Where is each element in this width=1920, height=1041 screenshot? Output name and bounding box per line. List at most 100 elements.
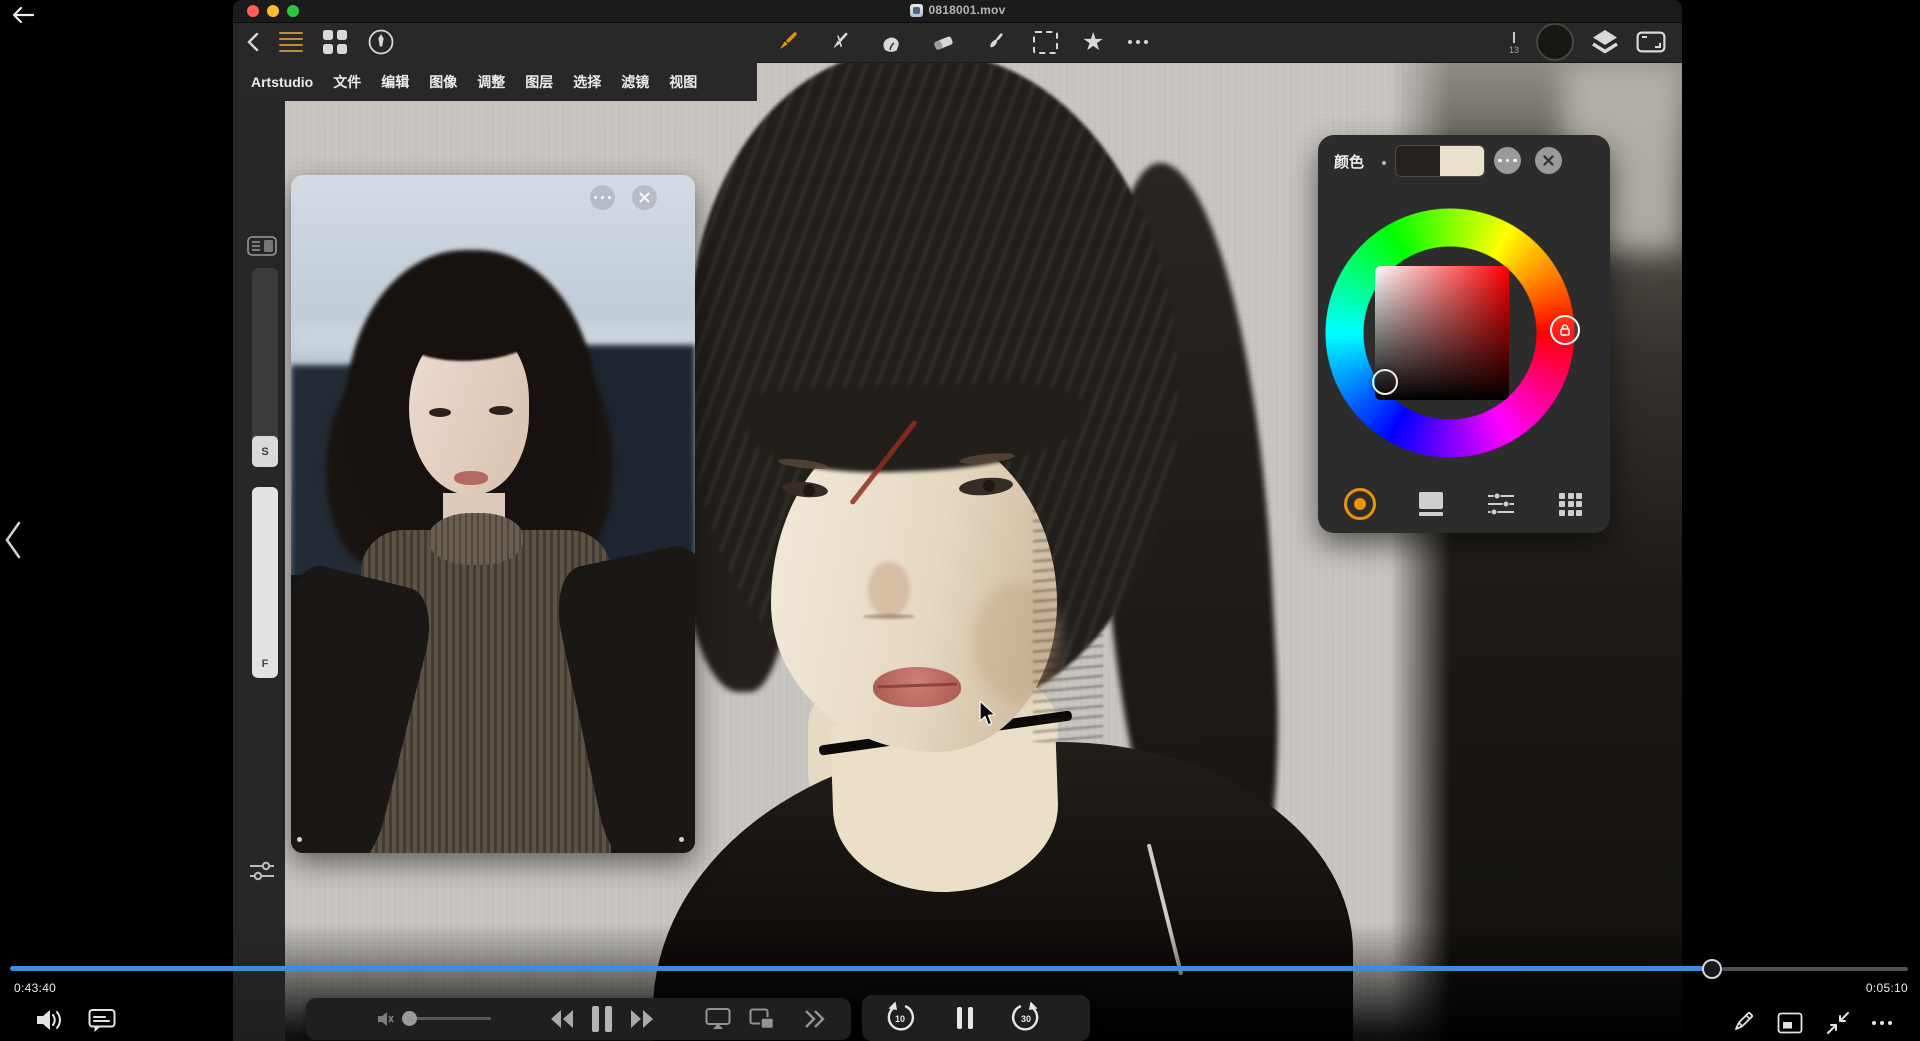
wet-brush-icon[interactable] — [825, 28, 853, 56]
menu-item-image[interactable]: 图像 — [429, 72, 457, 92]
flow-slider-label: F — [261, 658, 269, 670]
menu-item-file[interactable]: 文件 — [333, 72, 361, 92]
selection-marquee-icon[interactable] — [1033, 30, 1058, 54]
movie-file-icon — [909, 3, 923, 17]
color-panel: 颜色 — [1318, 135, 1610, 533]
eraser-icon[interactable] — [929, 28, 957, 56]
palette-mode-icon[interactable] — [1559, 492, 1582, 516]
thumbnail-frame-icon[interactable] — [1777, 1012, 1803, 1034]
toolbar-left-group — [247, 22, 395, 62]
progress-scrubber-handle[interactable] — [1702, 959, 1722, 979]
fast-forward-icon[interactable] — [629, 1006, 655, 1032]
menu-hamburger-icon[interactable] — [279, 31, 303, 53]
color-panel-close-button[interactable] — [1535, 147, 1562, 174]
window-title: 0818001.mov — [928, 3, 1006, 17]
pause-button[interactable] — [592, 1006, 612, 1032]
size-slider[interactable]: S — [252, 268, 278, 467]
photo-turtleneck — [429, 513, 523, 565]
color-wheel[interactable] — [1325, 208, 1580, 458]
exit-fullscreen-icon[interactable] — [1825, 1010, 1851, 1036]
panel-drag-dot — [1382, 161, 1386, 165]
more-chevrons-icon[interactable] — [803, 1008, 827, 1030]
favorites-star-icon[interactable]: ★ — [1082, 29, 1104, 55]
menu-item-artstudio[interactable]: Artstudio — [251, 74, 313, 90]
skip-bar: 10 30 — [862, 995, 1090, 1041]
smudge-icon[interactable] — [877, 28, 905, 56]
reference-close-button[interactable] — [632, 185, 657, 210]
speaker-icon[interactable] — [34, 1006, 64, 1034]
window-title-group: 0818001.mov — [233, 3, 1682, 17]
volume-slider-knob[interactable] — [402, 1011, 417, 1026]
volume-slider-track[interactable] — [406, 1017, 491, 1020]
box-mode-icon[interactable] — [1419, 492, 1443, 516]
skip-bar-pause-button[interactable] — [957, 1007, 973, 1029]
video-window: S F 颜色 ★ 13 Artstudio 文件 编辑 图像 调整 图层 选择 … — [233, 0, 1682, 1041]
remaining-time: 0:05:10 — [1865, 981, 1908, 995]
color-panel-title: 颜色 — [1334, 154, 1365, 171]
size-slider-thumb[interactable]: S — [252, 436, 278, 467]
subtitles-icon[interactable] — [88, 1008, 116, 1034]
annotate-pencil-icon[interactable] — [1729, 1008, 1757, 1036]
paint-lips — [873, 667, 961, 707]
menu-item-view[interactable]: 视图 — [669, 72, 697, 92]
airplay-icon[interactable] — [705, 1007, 731, 1031]
brush-size-indicator[interactable]: 13 — [1508, 31, 1519, 55]
current-color-well[interactable] — [1536, 23, 1574, 61]
app-menubar: Artstudio 文件 编辑 图像 调整 图层 选择 滤镜 视图 — [233, 62, 757, 101]
collapse-left-chevron-icon[interactable] — [2, 520, 24, 560]
ellipsis-icon — [1498, 158, 1517, 163]
color-swatch-pair[interactable] — [1395, 145, 1485, 177]
skip-forward-label: 30 — [1020, 1014, 1031, 1024]
flow-slider[interactable]: F — [252, 487, 278, 678]
player-root: S F 颜色 ★ 13 Artstudio 文件 编辑 图像 调整 图层 选择 … — [0, 0, 1920, 1041]
layers-icon[interactable] — [1591, 29, 1619, 55]
skip-back-label: 10 — [894, 1014, 905, 1024]
menu-item-select[interactable]: 选择 — [573, 72, 601, 92]
more-tools-icon[interactable] — [1128, 40, 1149, 44]
back-chevron-icon[interactable] — [247, 32, 259, 52]
brush-size-value: 13 — [1508, 44, 1519, 55]
progress-bar-elapsed[interactable] — [10, 966, 1712, 971]
wheel-mode-icon[interactable] — [1344, 488, 1376, 520]
photo-lips — [454, 471, 488, 485]
sliders-mode-icon[interactable] — [1486, 492, 1516, 516]
resize-handle[interactable] — [297, 837, 302, 842]
menu-item-adjust[interactable]: 调整 — [477, 72, 505, 92]
gallery-grid-icon[interactable] — [323, 30, 347, 54]
mute-icon[interactable] — [376, 1009, 394, 1029]
primary-color-swatch[interactable] — [1396, 146, 1440, 176]
progress-bar-remaining[interactable] — [1722, 967, 1908, 971]
picture-in-picture-icon[interactable] — [749, 1008, 775, 1030]
paint-nostril — [863, 614, 915, 619]
panel-toggle-icon[interactable] — [247, 236, 277, 256]
reference-photo-panel[interactable] — [291, 175, 695, 853]
eyedropper-icon[interactable] — [981, 28, 1009, 56]
paint-brush-icon-active[interactable] — [773, 28, 801, 56]
paint-nose — [868, 562, 910, 617]
rewind-icon[interactable] — [549, 1006, 575, 1032]
reference-more-button[interactable] — [590, 185, 615, 210]
color-panel-more-button[interactable] — [1494, 147, 1521, 174]
fullscreen-icon[interactable] — [1636, 31, 1666, 53]
photo-eye-right — [489, 406, 513, 415]
paint-hair-wisps — [1033, 442, 1103, 742]
resize-handle[interactable] — [679, 837, 684, 842]
menu-item-edit[interactable]: 编辑 — [381, 72, 409, 92]
toolbar-tools-group: ★ — [773, 22, 1149, 62]
lock-icon — [1560, 324, 1570, 336]
more-options-icon[interactable] — [1872, 1021, 1892, 1025]
menu-item-filter[interactable]: 滤镜 — [621, 72, 649, 92]
tune-icon[interactable] — [247, 858, 277, 884]
close-icon — [639, 192, 650, 203]
back-arrow-icon[interactable] — [10, 4, 36, 26]
toolbar-right-group: 13 — [1509, 22, 1666, 62]
transport-bar — [306, 998, 851, 1040]
mouse-cursor — [979, 700, 996, 726]
hue-lock-marker[interactable] — [1550, 315, 1580, 345]
close-icon — [1543, 155, 1554, 166]
pressure-pen-icon[interactable] — [367, 28, 395, 56]
color-picker-handle[interactable] — [1372, 369, 1398, 395]
secondary-color-swatch[interactable] — [1440, 146, 1484, 176]
color-panel-mode-tabs — [1344, 487, 1582, 521]
menu-item-layers[interactable]: 图层 — [525, 72, 553, 92]
